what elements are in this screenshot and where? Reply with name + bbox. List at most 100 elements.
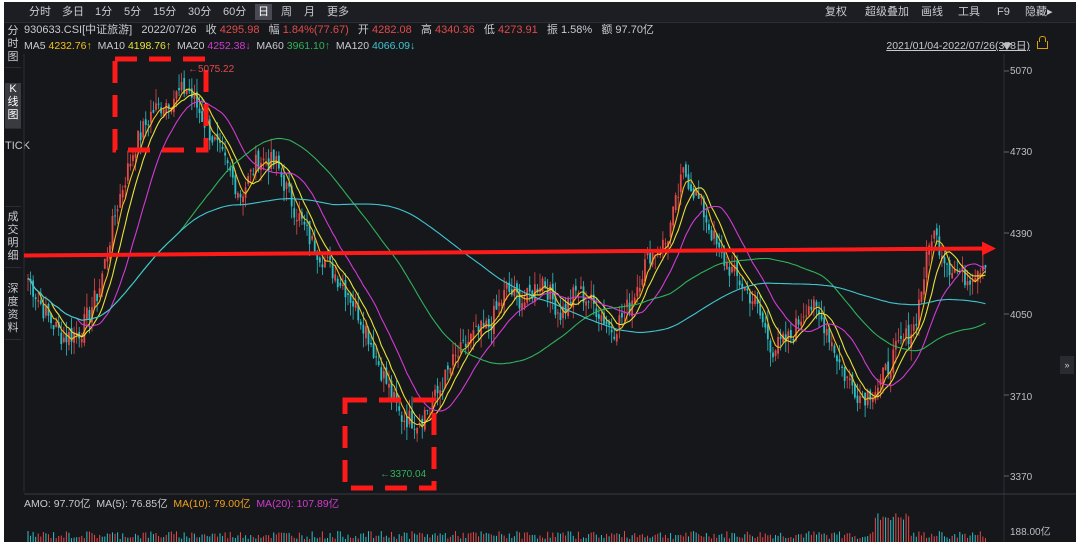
candle-body (475, 325, 477, 327)
candle-body (920, 291, 923, 302)
candle-body (797, 319, 800, 325)
candle-body (836, 355, 838, 362)
candle-body (718, 242, 721, 248)
candle-body (833, 345, 836, 353)
candle-body (203, 125, 206, 128)
candle-body (779, 336, 782, 339)
arrow-head-icon (982, 241, 996, 256)
candle-body (580, 286, 582, 290)
candle-body (738, 280, 741, 286)
candle-body (557, 312, 559, 314)
candle-body (126, 163, 129, 181)
amo-legend: AMO: 97.70亿 MA(5): 76.85亿 MA(10): 79.00亿… (24, 498, 340, 510)
candle-body (436, 385, 439, 394)
price-tick: 5070 (1010, 66, 1033, 77)
candle-body (705, 215, 708, 223)
candle-body (638, 287, 641, 292)
candle-body (142, 121, 145, 138)
candle-body (124, 185, 127, 188)
candle-body (597, 314, 600, 319)
candle-body (370, 342, 372, 345)
candle-body (853, 384, 856, 398)
candle-body (728, 267, 731, 276)
candle-body (523, 302, 526, 307)
candle-body (749, 292, 751, 304)
candle-body (55, 321, 58, 328)
candle-body (830, 342, 833, 347)
candle-body (213, 136, 216, 140)
candle-body (242, 196, 244, 203)
candle-body (777, 337, 779, 354)
candle-body (62, 337, 65, 343)
candle-body (618, 315, 621, 330)
candle-body (365, 326, 367, 339)
candle-body (848, 378, 851, 381)
candle-body (802, 316, 805, 318)
candle-body (423, 410, 426, 430)
candle-body (157, 103, 160, 105)
candle-body (137, 130, 139, 150)
candle-body (93, 290, 96, 309)
candle-body (674, 195, 677, 211)
candle-body (180, 81, 183, 91)
candle-body (165, 103, 168, 113)
candle-body (416, 427, 419, 434)
candle-body (144, 119, 147, 125)
candle-body (746, 288, 749, 291)
candle-body (413, 428, 416, 430)
candle-body (766, 324, 769, 340)
candle-body (615, 334, 618, 342)
candle-body (42, 303, 45, 319)
candle-body (935, 228, 938, 236)
annotation-layer (23, 56, 996, 542)
candle-body (224, 152, 227, 156)
candle-body (382, 371, 385, 379)
candle-body (813, 299, 815, 310)
candle-body (605, 320, 608, 324)
candle-body (974, 277, 977, 281)
candle-body (139, 132, 142, 141)
candle-body (884, 364, 887, 370)
candle-body (897, 340, 900, 342)
candle-body (933, 230, 936, 239)
candle-body (838, 359, 841, 363)
candle-body (85, 307, 88, 319)
candle-body (318, 257, 321, 263)
candle-body (526, 287, 529, 303)
candle-body (505, 284, 508, 289)
candle-body (249, 169, 252, 172)
candle-body (764, 322, 767, 328)
candle-body (88, 310, 91, 320)
candle-body (426, 409, 429, 411)
candle-body (295, 219, 298, 222)
candle-body (454, 355, 457, 357)
candle-body (820, 314, 823, 320)
expand-arrow-icon[interactable]: » (1060, 356, 1074, 374)
candle-body (403, 420, 406, 423)
candle-body (83, 314, 86, 343)
candle-body (377, 361, 380, 365)
candle-body (175, 91, 178, 99)
candle-body (60, 332, 63, 344)
candle-body (938, 236, 941, 256)
candle-body (34, 297, 37, 300)
candle-body (600, 315, 603, 322)
candle-body (464, 343, 467, 348)
candle-body (894, 341, 897, 350)
candle-body (344, 280, 347, 298)
candle-body (846, 376, 849, 379)
candle-body (178, 88, 180, 91)
candle-body (679, 174, 682, 193)
candle-body (856, 395, 859, 403)
candle-body (52, 325, 55, 330)
candle-body (669, 222, 672, 237)
candle-body (398, 406, 401, 411)
candle-body (613, 336, 616, 339)
candle-body (347, 293, 349, 295)
candle-body (372, 343, 375, 358)
candle-body (306, 224, 308, 226)
chart-window: 分时 多日 1分 5分 15分 30分 60分 日 周 月 更多 复权 超级叠加… (4, 2, 1076, 542)
candle-body (326, 256, 329, 258)
candle-body (341, 284, 344, 286)
candle-body (695, 190, 698, 196)
